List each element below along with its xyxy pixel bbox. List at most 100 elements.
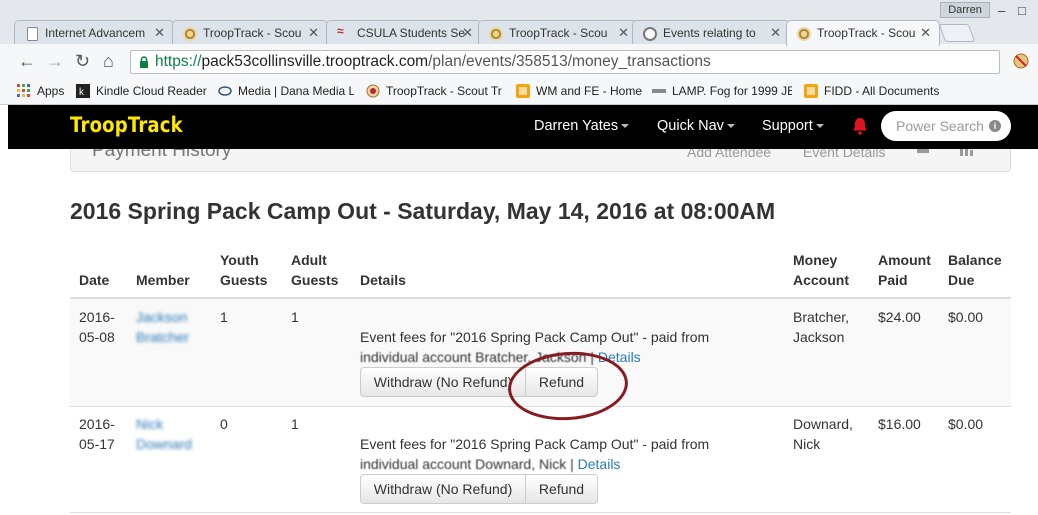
bookmark-label: FIDD - All Documents	[824, 84, 940, 98]
col-header-adult-guests: Adult Guests	[291, 250, 338, 290]
money-account-value: Downard, Nick	[793, 414, 853, 454]
date-line: 05-17	[79, 436, 115, 452]
bookmark-lamp[interactable]: LAMP. Fog for 1999 JE	[652, 83, 792, 101]
details-link[interactable]: Details	[578, 456, 621, 472]
row-details: Event fees for "2016 Spring Pack Camp Ou…	[360, 434, 709, 474]
header-line: Guests	[220, 272, 268, 288]
reload-icon[interactable]: ↻	[75, 52, 90, 70]
browser-tab-5[interactable]: Events relating to ✕	[632, 20, 790, 45]
trooptrack-logo[interactable]: TroopTrack	[70, 113, 183, 137]
lamp-icon	[652, 89, 666, 93]
member-first[interactable]: Nick	[136, 414, 192, 434]
home-icon[interactable]: ⌂	[103, 52, 114, 70]
url-scheme: https://	[155, 53, 202, 70]
youth-guests-value: 0	[220, 416, 228, 432]
trooptrack-icon	[183, 27, 197, 41]
account-line: Bratcher,	[793, 309, 850, 325]
browser-tab-3[interactable]: ≈ CSULA Students Se ✕	[326, 20, 482, 45]
info-icon[interactable]: i	[989, 120, 1001, 132]
browser-tab-active[interactable]: TroopTrack - Scou ✕	[786, 20, 940, 46]
url-host: pack53collinsville.trooptrack.com	[201, 53, 429, 70]
browser-tab-1[interactable]: Internet Advancem ✕	[14, 20, 174, 45]
bookmark-trooptrack[interactable]: TroopTrack - Scout Tr	[366, 83, 502, 101]
new-tab-button[interactable]	[938, 24, 976, 42]
kindle-icon: k	[76, 84, 90, 98]
header-line: Balance	[948, 252, 1002, 268]
quick-nav-label: Quick Nav	[657, 118, 724, 134]
browser-titlebar: Internet Advancem ✕ TroopTrack - Scou ✕ …	[0, 0, 1038, 46]
row-divider	[70, 406, 1011, 407]
close-tab-icon[interactable]: ✕	[154, 25, 165, 41]
close-tab-icon[interactable]: ✕	[462, 25, 473, 41]
amount-paid-value: $24.00	[878, 309, 921, 325]
browser-tab-4[interactable]: TroopTrack - Scou ✕	[478, 20, 638, 45]
header-line: Youth	[220, 252, 259, 268]
member-last[interactable]: Downard	[136, 434, 192, 454]
details-line: individual account Bratcher, Jackson |	[360, 349, 598, 365]
bookmark-wm[interactable]: WM and FE - Home	[516, 83, 642, 101]
user-menu-label: Darren Yates	[534, 118, 619, 134]
col-header-amount-paid: Amount Paid	[878, 250, 931, 290]
col-header-member: Member	[136, 272, 190, 288]
bookmark-media[interactable]: Media | Dana Media L	[218, 83, 354, 101]
trooptrack-icon	[797, 27, 811, 41]
withdraw-no-refund-button[interactable]: Withdraw (No Refund)	[360, 474, 526, 504]
refund-button[interactable]: Refund	[526, 367, 598, 397]
member-link[interactable]: Nick Downard	[136, 414, 192, 454]
adult-guests-value: 1	[291, 416, 299, 432]
row-date: 2016- 05-17	[79, 414, 115, 454]
events-icon	[643, 27, 657, 41]
support-label: Support	[762, 118, 813, 134]
bookmark-label: WM and FE - Home	[536, 84, 643, 98]
close-tab-icon[interactable]: ✕	[920, 25, 931, 41]
caret-down-icon	[815, 124, 824, 129]
bookmark-kindle[interactable]: k Kindle Cloud Reader	[76, 83, 207, 101]
wm-icon	[516, 84, 530, 98]
browser-toolbar: ← → ↻ ⌂ https://pack53collinsville.troop…	[0, 44, 1038, 79]
money-account-value: Bratcher, Jackson	[793, 307, 849, 347]
bookmark-apps[interactable]: Apps	[17, 83, 64, 101]
details-link[interactable]: Details	[598, 349, 641, 365]
adult-guests-value: 1	[291, 309, 299, 325]
bookmarks-bar: Apps k Kindle Cloud Reader Media | Dana …	[0, 79, 1038, 105]
profile-button[interactable]: Darren	[940, 2, 990, 18]
document-icon	[27, 27, 38, 41]
browser-tab-2[interactable]: TroopTrack - Scou ✕	[172, 20, 328, 45]
member-link[interactable]: Jackson Bratcher	[136, 307, 189, 347]
header-line: Amount	[878, 252, 931, 268]
support-menu[interactable]: Support	[762, 118, 824, 134]
header-line: Guests	[291, 272, 339, 288]
member-last[interactable]: Bratcher	[136, 327, 189, 347]
row-details: Event fees for "2016 Spring Pack Camp Ou…	[360, 327, 709, 367]
bookmark-label: Apps	[37, 84, 65, 98]
col-header-balance-due: Balance Due	[948, 250, 1002, 290]
account-line: Downard,	[793, 416, 853, 432]
header-line: Due	[948, 272, 975, 288]
user-menu[interactable]: Darren Yates	[534, 118, 630, 134]
account-line: Nick	[793, 436, 821, 452]
extension-icon[interactable]	[1012, 51, 1032, 71]
trooptrack-icon	[489, 27, 503, 41]
address-bar[interactable]: https://pack53collinsville.trooptrack.co…	[130, 50, 1000, 74]
member-first[interactable]: Jackson	[136, 307, 189, 327]
col-header-details: Details	[360, 272, 406, 288]
withdraw-no-refund-button[interactable]: Withdraw (No Refund)	[360, 367, 526, 397]
account-line: Jackson	[793, 329, 845, 345]
url-path: /plan/events/358513/money_transactions	[428, 53, 711, 70]
refund-button[interactable]: Refund	[526, 474, 598, 504]
back-arrow-icon[interactable]: ←	[18, 52, 36, 70]
minimize-icon[interactable]: –	[998, 3, 1005, 18]
balance-due-value: $0.00	[948, 416, 984, 432]
forward-arrow-icon[interactable]: →	[46, 52, 64, 70]
youth-guests-value: 1	[220, 309, 228, 325]
close-tab-icon[interactable]: ✕	[618, 25, 629, 41]
bookmark-label: Media | Dana Media L	[238, 84, 354, 98]
close-tab-icon[interactable]: ✕	[770, 25, 781, 41]
maximize-icon[interactable]: □	[1018, 3, 1026, 18]
quick-nav-menu[interactable]: Quick Nav	[657, 118, 735, 134]
bell-icon[interactable]	[853, 117, 867, 135]
header-line: Money	[793, 252, 838, 268]
close-tab-icon[interactable]: ✕	[308, 25, 319, 41]
header-line: Adult	[291, 252, 327, 268]
bookmark-fidd[interactable]: FIDD - All Documents	[804, 83, 939, 101]
